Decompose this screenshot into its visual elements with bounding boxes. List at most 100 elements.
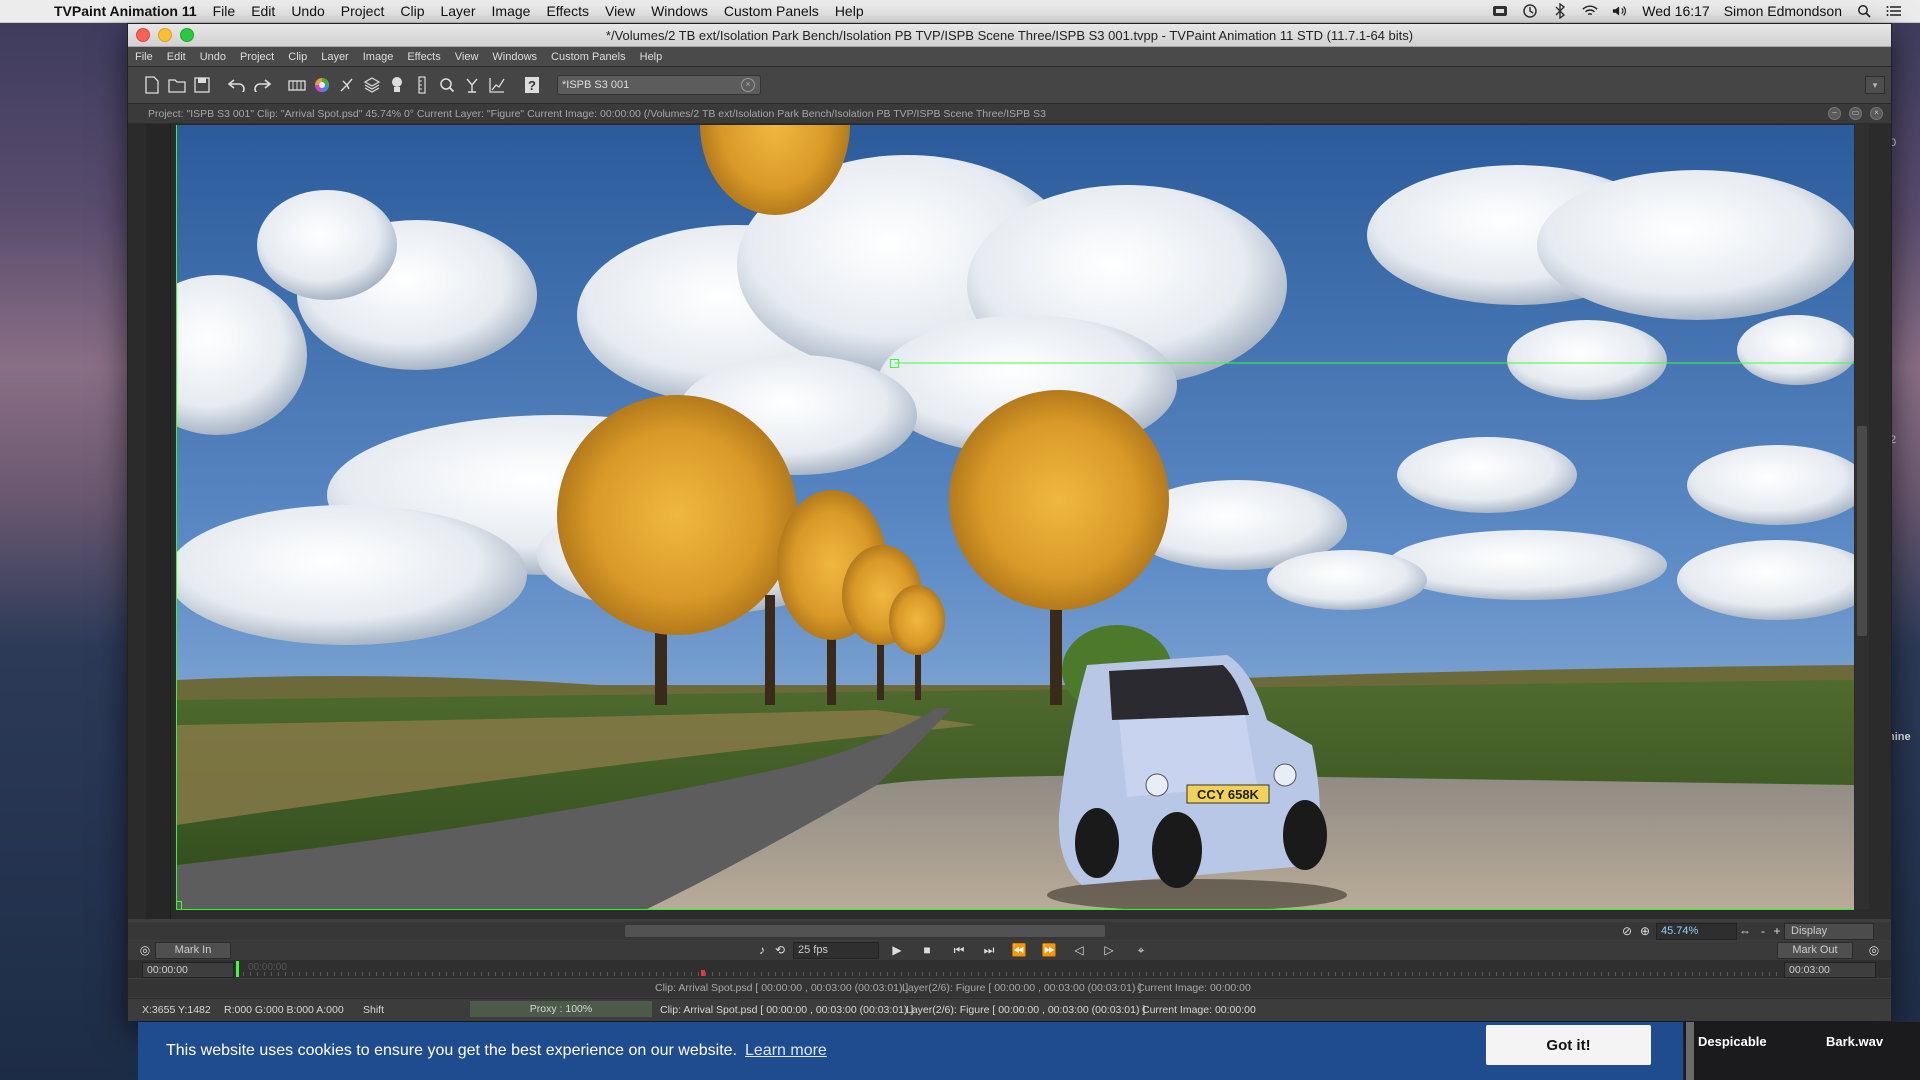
app-menu-undo[interactable]: Undo (200, 51, 226, 63)
lightbulb-icon[interactable] (386, 73, 408, 97)
timeline-start-timecode[interactable]: 00:00:00 (142, 962, 234, 978)
app-menu-edit[interactable]: Edit (167, 51, 186, 63)
mac-menu-project[interactable]: Project (341, 3, 385, 19)
help-icon[interactable]: ? (521, 73, 543, 97)
go-to-start-button[interactable]: ⏮ (950, 941, 968, 959)
panel-maximize-icon[interactable]: ▭ (1849, 107, 1862, 120)
dropbox-icon[interactable] (1492, 4, 1508, 18)
background-scrollbar[interactable] (1686, 1022, 1694, 1080)
rewind-button[interactable]: ⏪ (1010, 941, 1028, 959)
zoom-level-field[interactable]: 45.74% (1656, 923, 1737, 940)
loop-mark-out-icon[interactable]: ◎ (1865, 941, 1883, 959)
ruler-icon[interactable] (411, 73, 433, 97)
app-menu-effects[interactable]: Effects (407, 51, 440, 63)
previous-frame-button[interactable]: ◁ (1070, 941, 1088, 959)
volume-icon[interactable] (1612, 4, 1628, 18)
vertical-scroll-thumb[interactable] (1857, 426, 1867, 636)
mac-menu-help[interactable]: Help (835, 3, 864, 19)
open-file-icon[interactable] (166, 73, 188, 97)
loop-mark-icon[interactable]: ◎ (136, 941, 154, 959)
status-image-info: Current Image: 00:00:00 (1137, 982, 1251, 994)
reset-zoom-icon[interactable]: ⊘ (1618, 922, 1636, 940)
mac-app-name[interactable]: TVPaint Animation 11 (54, 3, 197, 19)
mac-menu-windows[interactable]: Windows (651, 3, 708, 19)
mark-in-button[interactable]: Mark In (155, 942, 231, 959)
graph-curve-icon[interactable] (486, 73, 508, 97)
mark-out-button[interactable]: Mark Out (1777, 942, 1853, 959)
user-name[interactable]: Simon Edmondson (1724, 3, 1842, 19)
sound-icon[interactable]: ♪ (753, 941, 771, 959)
mac-menu-edit[interactable]: Edit (251, 3, 275, 19)
save-file-icon[interactable] (191, 73, 213, 97)
panel-minimize-icon[interactable]: – (1828, 107, 1841, 120)
project-selector[interactable]: *ISPB S3 001 × (557, 75, 761, 95)
loop-icon[interactable]: ⟲ (771, 941, 789, 959)
pan-icon[interactable]: ⇔ (1736, 922, 1754, 940)
mac-menu-image[interactable]: Image (492, 3, 531, 19)
horizontal-scrollbar[interactable] (625, 925, 1105, 937)
mac-menu-effects[interactable]: Effects (546, 3, 589, 19)
wifi-icon[interactable] (1582, 4, 1598, 18)
background-item-despicable[interactable]: Despicable (1698, 1034, 1767, 1049)
bluetooth-icon[interactable] (1552, 3, 1568, 19)
timeline-end-timecode[interactable]: 00:03:00 (1784, 962, 1876, 978)
fit-view-icon[interactable]: ⊕ (1636, 922, 1654, 940)
vertical-scrollbar[interactable] (1855, 124, 1869, 909)
mac-menu-layer[interactable]: Layer (440, 3, 475, 19)
toolbar-options-chevron-icon[interactable]: ▾ (1865, 76, 1885, 94)
app-menu-file[interactable]: File (135, 51, 153, 63)
next-frame-button[interactable]: ▷ (1100, 941, 1118, 959)
canvas-corner-handle[interactable] (177, 901, 182, 909)
display-dropdown[interactable]: Display (1784, 923, 1874, 940)
flipbook-icon[interactable] (286, 73, 308, 97)
mac-menu-custom-panels[interactable]: Custom Panels (724, 3, 819, 19)
apple-logo-icon[interactable] (18, 0, 40, 22)
time-machine-icon[interactable] (1522, 4, 1538, 18)
location-marker-icon[interactable]: ⌖ (1132, 941, 1150, 959)
mac-menu-file[interactable]: File (213, 3, 236, 19)
guide-handle[interactable] (890, 359, 899, 368)
redo-icon[interactable] (251, 73, 273, 97)
app-menu-image[interactable]: Image (363, 51, 394, 63)
close-window-button[interactable] (136, 28, 150, 42)
drawing-canvas[interactable]: CCY 658K (176, 125, 1854, 910)
app-menu-clip[interactable]: Clip (288, 51, 307, 63)
layers-icon[interactable] (361, 73, 383, 97)
new-file-icon[interactable] (141, 73, 163, 97)
cursor-coordinates: X:3655 Y:1482 (142, 1004, 211, 1016)
spotlight-search-icon[interactable] (1856, 4, 1872, 18)
learn-more-link[interactable]: Learn more (745, 1042, 827, 1060)
brush-panel-icon[interactable] (336, 73, 358, 97)
undo-icon[interactable] (226, 73, 248, 97)
clock[interactable]: Wed 16:17 (1642, 3, 1709, 19)
proxy-indicator[interactable]: Proxy : 100% (470, 1001, 652, 1017)
mac-menu-clip[interactable]: Clip (400, 3, 424, 19)
window-titlebar[interactable]: */Volumes/2 TB ext/Isolation Park Bench/… (128, 24, 1891, 47)
timeline-ruler[interactable] (236, 962, 1781, 976)
clear-icon[interactable]: × (741, 78, 755, 92)
timeline-current-frame-marker[interactable] (236, 961, 239, 977)
magnifier-icon[interactable] (436, 73, 458, 97)
mac-menu-undo[interactable]: Undo (291, 3, 324, 19)
app-menu-windows[interactable]: Windows (492, 51, 537, 63)
go-to-end-button[interactable]: ⏭ (980, 941, 998, 959)
fx-tools-icon[interactable] (461, 73, 483, 97)
zoom-window-button[interactable] (180, 28, 194, 42)
notification-center-icon[interactable] (1886, 4, 1902, 18)
fps-field[interactable]: 25 fps (793, 942, 879, 959)
fast-forward-button[interactable]: ⏩ (1040, 941, 1058, 959)
stop-button[interactable]: ■ (918, 941, 936, 959)
background-item-bark-wav[interactable]: Bark.wav (1826, 1034, 1883, 1049)
app-menu-layer[interactable]: Layer (321, 51, 349, 63)
got-it-button[interactable]: Got it! (1486, 1025, 1651, 1065)
app-menu-view[interactable]: View (455, 51, 479, 63)
tvpaint-window: */Volumes/2 TB ext/Isolation Park Bench/… (127, 23, 1892, 1021)
minimize-window-button[interactable] (158, 28, 172, 42)
app-menu-help[interactable]: Help (640, 51, 663, 63)
panel-close-icon[interactable]: × (1870, 107, 1883, 120)
app-menu-project[interactable]: Project (240, 51, 274, 63)
app-menu-custom-panels[interactable]: Custom Panels (551, 51, 626, 63)
play-button[interactable]: ▶ (888, 941, 906, 959)
color-wheel-icon[interactable] (311, 73, 333, 97)
mac-menu-view[interactable]: View (605, 3, 635, 19)
